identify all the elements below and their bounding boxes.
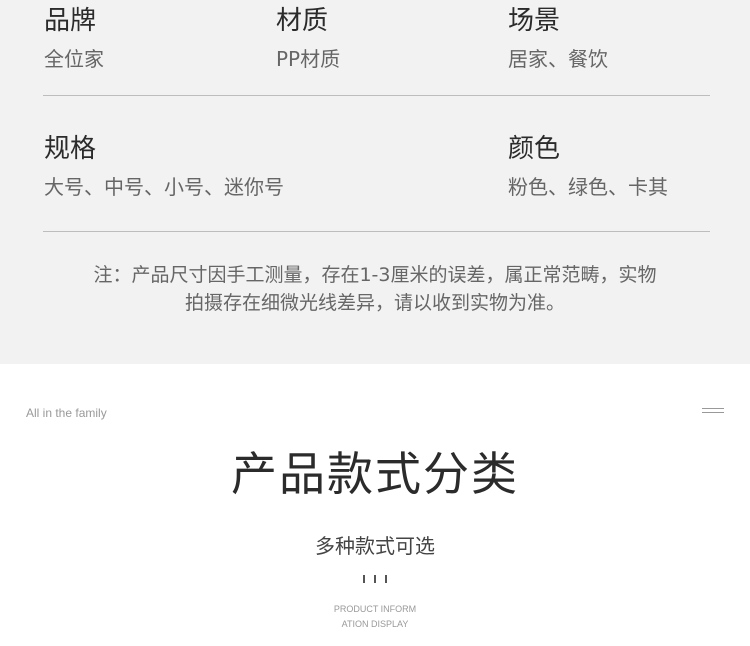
spec-item-brand: 品牌 全位家 xyxy=(44,6,104,72)
spec-item-material: 材质 PP材质 xyxy=(276,6,340,72)
spec-label: 颜色 xyxy=(508,134,561,164)
menu-lines-icon xyxy=(702,408,724,414)
spec-value: 粉色、绿色、卡其 xyxy=(508,175,668,199)
spec-label: 品牌 xyxy=(44,6,97,36)
section-tagline: All in the family xyxy=(26,406,107,420)
spec-item-size: 规格 大号、中号、小号、迷你号 xyxy=(44,134,284,200)
decorative-ticks-icon xyxy=(363,575,389,584)
note-line-2: 拍摄存在细微光线差异，请以收到实物为准。 xyxy=(184,292,565,314)
section-title: 产品款式分类 xyxy=(231,447,519,501)
spec-value: 全位家 xyxy=(44,47,104,71)
spec-value: 居家、餐饮 xyxy=(508,47,608,71)
spec-label: 材质 xyxy=(276,6,329,36)
spec-panel: 品牌 全位家 材质 PP材质 场景 居家、餐饮 规格 大号、中号、小号、迷你号 … xyxy=(0,0,750,364)
measurement-note: 注：产品尺寸因手工测量，存在1-3厘米的误差，属正常范畴，实物 拍摄存在细微光线… xyxy=(40,261,710,317)
section-en-caption-line-1: PRODUCT INFORM xyxy=(333,604,417,614)
spec-label: 场景 xyxy=(508,6,561,36)
spec-value: PP材质 xyxy=(276,47,341,71)
spec-value: 大号、中号、小号、迷你号 xyxy=(44,175,284,199)
note-line-1: 注：产品尺寸因手工测量，存在1-3厘米的误差，属正常范畴，实物 xyxy=(93,264,657,286)
spec-item-color: 颜色 粉色、绿色、卡其 xyxy=(508,134,668,200)
section-en-caption-line-2: ATION DISPLAY xyxy=(341,619,409,629)
spec-label: 规格 xyxy=(44,134,97,164)
section-subtitle: 多种款式可选 xyxy=(315,534,435,558)
spec-item-scene: 场景 居家、餐饮 xyxy=(508,6,608,72)
divider xyxy=(43,95,710,96)
divider xyxy=(43,231,710,232)
